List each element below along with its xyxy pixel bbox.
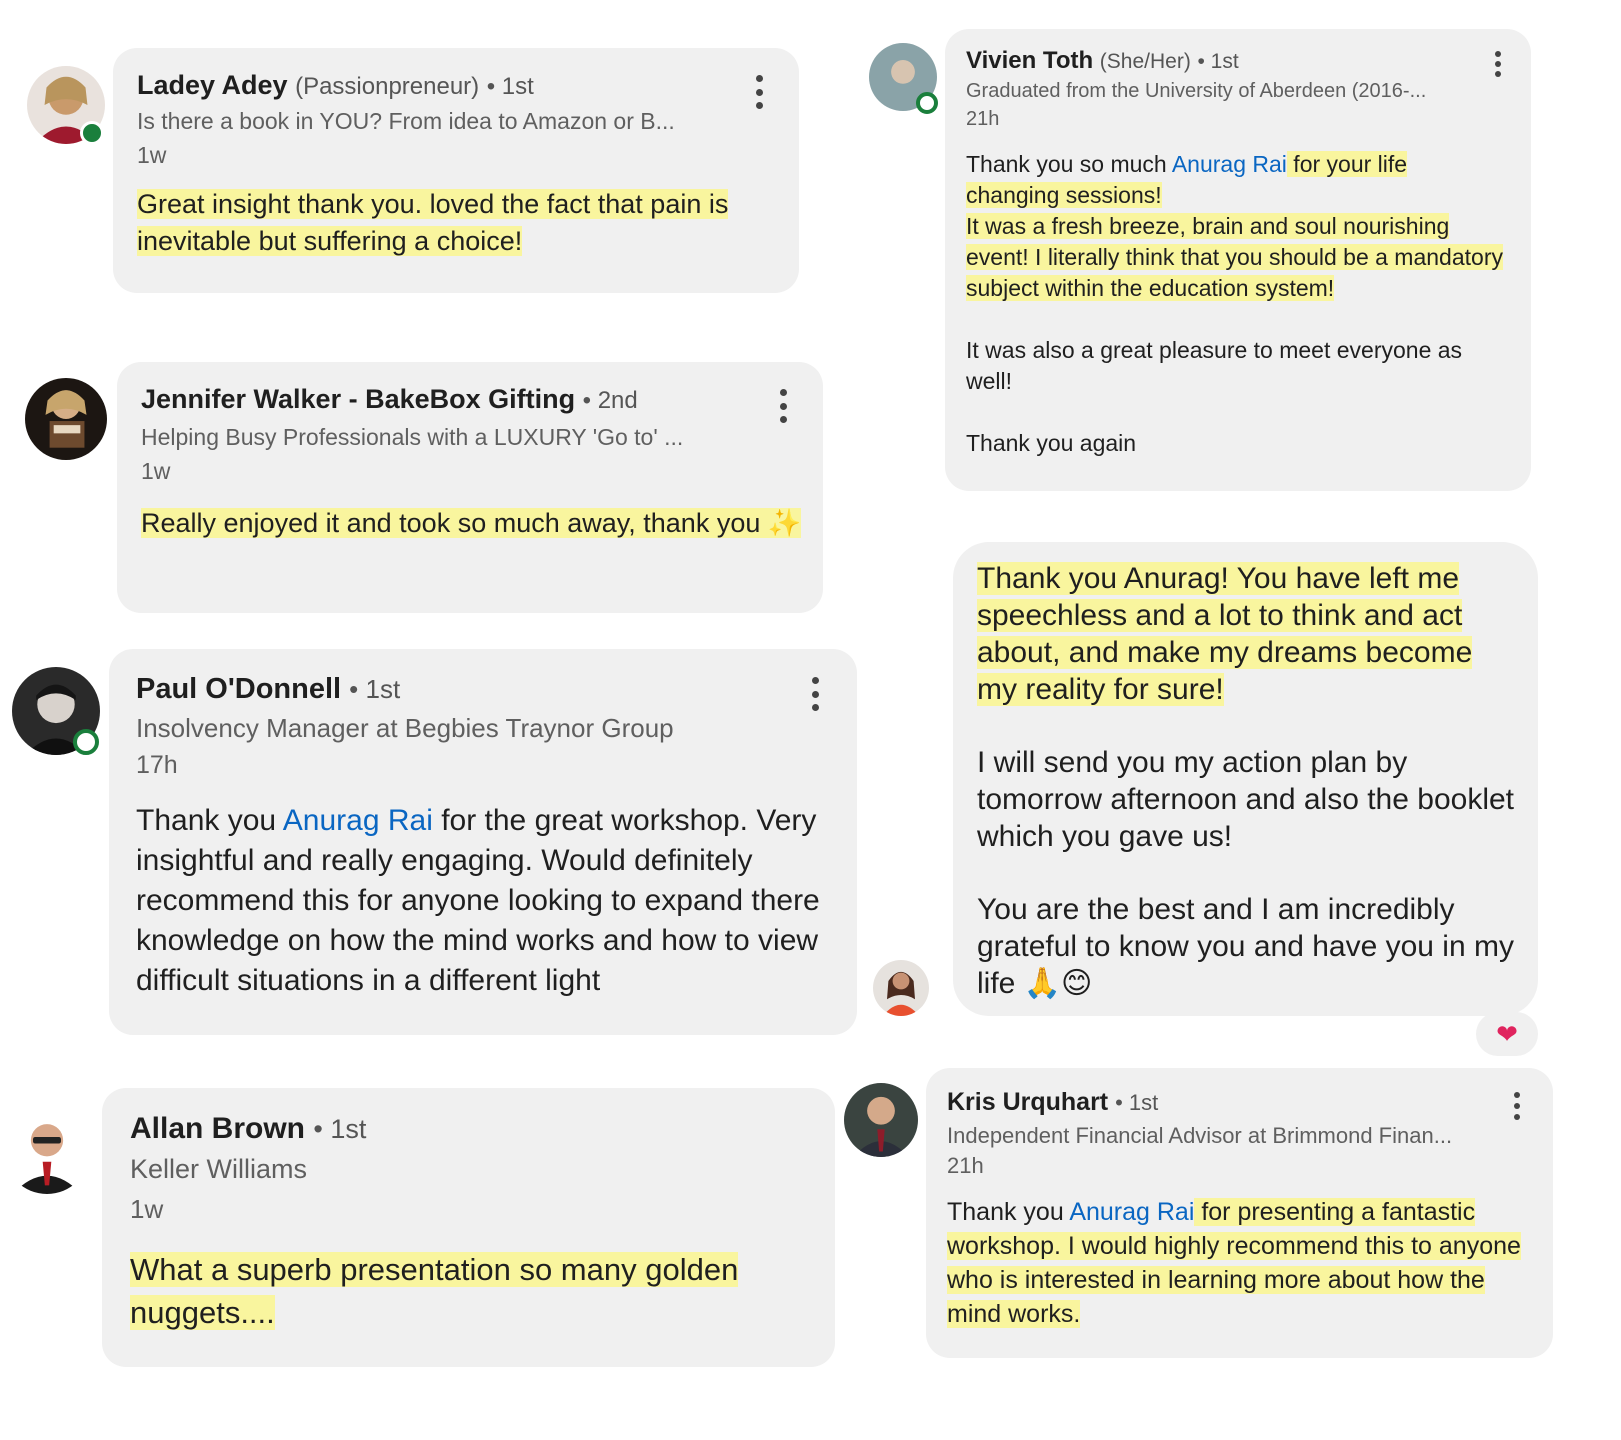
- comment-text: Thank you Anurag Rai for presenting a fa…: [947, 1198, 1521, 1328]
- more-options-icon[interactable]: [810, 677, 820, 711]
- comment-time: 1w: [141, 458, 171, 484]
- comment-time: 1w: [130, 1194, 164, 1224]
- comment-card-ladey-adey: Ladey Adey (Passionpreneur) • 1st Is the…: [113, 48, 799, 293]
- commenter-name[interactable]: Ladey Adey: [137, 70, 288, 100]
- comment-text-start: Thank you: [136, 804, 283, 837]
- connection-degree: • 1st: [486, 73, 534, 100]
- mention-link[interactable]: Anurag Rai: [1069, 1198, 1194, 1226]
- more-options-icon[interactable]: [778, 389, 788, 423]
- connection-degree: • 1st: [349, 674, 401, 704]
- comment-header: Kris Urquhart • 1st: [947, 1088, 1158, 1117]
- connection-degree: • 1st: [1197, 50, 1239, 73]
- commenter-headline: Is there a book in YOU? From idea to Ama…: [137, 108, 675, 134]
- message-paragraph-3: You are the best and I am incredibly gra…: [977, 893, 1514, 1000]
- comment-header: Vivien Toth (She/Her) • 1st: [966, 47, 1239, 75]
- highlighted-text: Great insight thank you. loved the fact …: [137, 189, 729, 256]
- online-status-icon: [80, 121, 104, 145]
- comment-paragraph-2: It was a fresh breeze, brain and soul no…: [966, 213, 1503, 301]
- comment-card-allan-brown: Allan Brown • 1st Keller Williams 1w Wha…: [102, 1088, 835, 1367]
- avatar-jennifer-walker[interactable]: [25, 378, 107, 460]
- message-bubble: Thank you Anurag! You have left me speec…: [953, 542, 1538, 1016]
- profile-photo: [844, 1083, 918, 1157]
- comment-paragraph-1: Thank you so much Anurag Rai for your li…: [966, 151, 1408, 208]
- connection-degree: • 1st: [1115, 1090, 1159, 1115]
- comment-text: Really enjoyed it and took so much away,…: [141, 504, 811, 542]
- comment-card-paul-odonnell: Paul O'Donnell • 1st Insolvency Manager …: [109, 649, 857, 1035]
- comment-text: Thank you so much Anurag Rai for your li…: [966, 149, 1506, 459]
- commenter-headline: Independent Financial Advisor at Brimmon…: [947, 1123, 1453, 1148]
- avatar-allan-brown[interactable]: [4, 1108, 90, 1194]
- comment-paragraph-3: It was also a great pleasure to meet eve…: [966, 337, 1463, 394]
- message-text: Thank you Anurag! You have left me speec…: [977, 560, 1517, 1002]
- comment-time: 21h: [947, 1153, 984, 1178]
- mention-link[interactable]: Anurag Rai: [1172, 151, 1287, 177]
- highlighted-text: Really enjoyed it and took so much away,…: [141, 508, 802, 538]
- highlighted-text: What a superb presentation so many golde…: [130, 1252, 739, 1330]
- online-status-icon: [916, 92, 938, 114]
- more-options-icon[interactable]: [1512, 1092, 1522, 1120]
- commenter-headline: Graduated from the University of Aberdee…: [966, 80, 1427, 102]
- comment-text: Great insight thank you. loved the fact …: [137, 186, 777, 260]
- commenter-headline: Keller Williams: [130, 1154, 308, 1184]
- profile-photo: [25, 378, 107, 460]
- commenter-headline: Insolvency Manager at Begbies Traynor Gr…: [136, 713, 674, 743]
- comment-header: Jennifer Walker - BakeBox Gifting • 2nd: [141, 384, 638, 415]
- comment-time: 17h: [136, 751, 178, 779]
- profile-photo: [873, 960, 929, 1016]
- comment-text: Thank you Anurag Rai for the great works…: [136, 801, 836, 1001]
- comment-header: Allan Brown • 1st: [130, 1112, 366, 1146]
- commenter-name[interactable]: Allan Brown: [130, 1112, 305, 1145]
- connection-degree: • 1st: [313, 1114, 367, 1144]
- commenter-name[interactable]: Paul O'Donnell: [136, 673, 341, 705]
- comment-time: 1w: [137, 142, 167, 168]
- commenter-headline: Helping Busy Professionals with a LUXURY…: [141, 424, 684, 450]
- avatar-kris-urquhart[interactable]: [844, 1083, 918, 1157]
- commenter-pronouns: (She/Her): [1099, 50, 1191, 73]
- more-options-icon[interactable]: [1493, 51, 1503, 77]
- comment-card-jennifer-walker: Jennifer Walker - BakeBox Gifting • 2nd …: [117, 362, 823, 613]
- avatar-message-sender[interactable]: [873, 960, 929, 1016]
- comment-header: Ladey Adey (Passionpreneur) • 1st: [137, 70, 534, 101]
- comment-paragraph-4: Thank you again: [966, 430, 1137, 456]
- heart-reaction-icon[interactable]: ❤: [1476, 1012, 1538, 1056]
- comment-card-vivien-toth: Vivien Toth (She/Her) • 1st Graduated fr…: [945, 29, 1531, 491]
- mention-link[interactable]: Anurag Rai: [283, 804, 433, 837]
- commenter-name[interactable]: Vivien Toth: [966, 47, 1093, 74]
- commenter-pronouns: (Passionpreneur): [295, 73, 480, 100]
- comment-card-kris-urquhart: Kris Urquhart • 1st Independent Financia…: [926, 1068, 1553, 1358]
- online-status-icon: [73, 729, 99, 755]
- message-paragraph-1: Thank you Anurag! You have left me speec…: [977, 562, 1473, 706]
- comment-text: What a superb presentation so many golde…: [130, 1248, 790, 1334]
- comment-time: 21h: [966, 108, 1000, 130]
- comment-header: Paul O'Donnell • 1st: [136, 673, 400, 706]
- more-options-icon[interactable]: [754, 75, 764, 109]
- commenter-name[interactable]: Kris Urquhart: [947, 1088, 1108, 1116]
- commenter-name[interactable]: Jennifer Walker - BakeBox Gifting: [141, 384, 575, 414]
- connection-degree: • 2nd: [582, 387, 638, 414]
- profile-photo: [4, 1108, 90, 1194]
- message-paragraph-2: I will send you my action plan by tomorr…: [977, 746, 1514, 853]
